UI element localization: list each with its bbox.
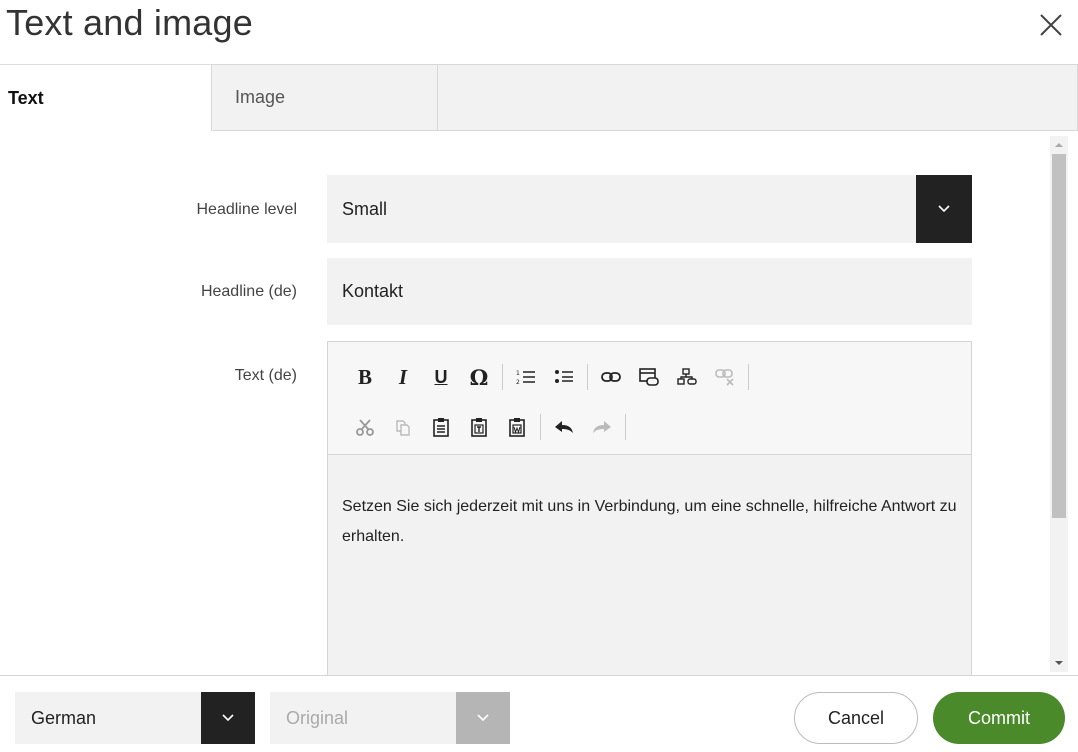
link-icon[interactable] bbox=[592, 358, 630, 396]
chevron-down-icon[interactable] bbox=[201, 692, 255, 744]
headline-input[interactable] bbox=[327, 258, 972, 325]
tab-bar-filler bbox=[438, 64, 1078, 131]
bold-button[interactable]: B bbox=[346, 358, 384, 396]
toolbar-separator bbox=[587, 364, 588, 390]
tab-content: Headline level Small Headline (de) Text … bbox=[0, 131, 1048, 675]
toolbar-separator bbox=[540, 414, 541, 440]
scroll-up-icon[interactable] bbox=[1050, 138, 1068, 152]
copy-icon[interactable] bbox=[384, 408, 422, 446]
headline-label: Headline (de) bbox=[200, 283, 297, 300]
toolbar-row-1: B I U Ω 12 bbox=[346, 352, 971, 402]
language-select[interactable]: German bbox=[15, 692, 255, 744]
close-icon[interactable] bbox=[1038, 12, 1064, 38]
toolbar-separator bbox=[625, 414, 626, 440]
toolbar-separator bbox=[502, 364, 503, 390]
link-button-icon[interactable] bbox=[630, 358, 668, 396]
svg-text:2: 2 bbox=[516, 379, 520, 386]
text-and-image-dialog: Text and image Text Image Headline level… bbox=[0, 0, 1078, 752]
scroll-down-icon[interactable] bbox=[1050, 656, 1068, 670]
cancel-button[interactable]: Cancel bbox=[794, 692, 918, 744]
cut-icon[interactable] bbox=[346, 408, 384, 446]
toolbar-separator bbox=[748, 364, 749, 390]
chevron-down-icon[interactable] bbox=[456, 692, 510, 744]
tab-text[interactable]: Text bbox=[0, 64, 211, 131]
italic-button[interactable]: I bbox=[384, 358, 422, 396]
text-label: Text (de) bbox=[234, 367, 297, 384]
headline-level-label: Headline level bbox=[196, 201, 297, 218]
vertical-scrollbar[interactable] bbox=[1050, 136, 1068, 672]
editor-content[interactable]: Setzen Sie sich jederzeit mit uns in Ver… bbox=[328, 455, 971, 552]
underline-button[interactable]: U bbox=[422, 358, 460, 396]
paste-icon[interactable] bbox=[422, 408, 460, 446]
tab-bar: Text Image bbox=[0, 64, 1078, 131]
sitemap-link-icon[interactable] bbox=[668, 358, 706, 396]
dialog-footer: German Original Cancel Commit bbox=[0, 675, 1078, 752]
redo-icon[interactable] bbox=[583, 408, 621, 446]
headline-level-select[interactable]: Small bbox=[327, 175, 972, 243]
language-value: German bbox=[31, 707, 97, 728]
bulleted-list-icon[interactable] bbox=[545, 358, 583, 396]
commit-button[interactable]: Commit bbox=[933, 692, 1065, 744]
version-value: Original bbox=[286, 707, 349, 728]
numbered-list-icon[interactable]: 12 bbox=[507, 358, 545, 396]
chevron-down-icon[interactable] bbox=[916, 175, 972, 243]
editor-toolbar: B I U Ω 12 bbox=[328, 342, 971, 455]
toolbar-row-2 bbox=[346, 402, 971, 452]
rich-text-editor: B I U Ω 12 Setzen Sie sich jederzeit mit… bbox=[327, 341, 972, 675]
tab-image[interactable]: Image bbox=[211, 64, 438, 131]
dialog-title: Text and image bbox=[6, 2, 253, 43]
version-select[interactable]: Original bbox=[270, 692, 510, 744]
paste-text-icon[interactable] bbox=[460, 408, 498, 446]
paste-from-word-icon[interactable] bbox=[498, 408, 536, 446]
undo-icon[interactable] bbox=[545, 408, 583, 446]
unlink-icon[interactable] bbox=[706, 358, 744, 396]
scrollbar-thumb[interactable] bbox=[1052, 154, 1066, 518]
svg-text:1: 1 bbox=[516, 370, 520, 377]
headline-level-value: Small bbox=[342, 198, 388, 219]
special-character-button[interactable]: Ω bbox=[460, 358, 498, 396]
